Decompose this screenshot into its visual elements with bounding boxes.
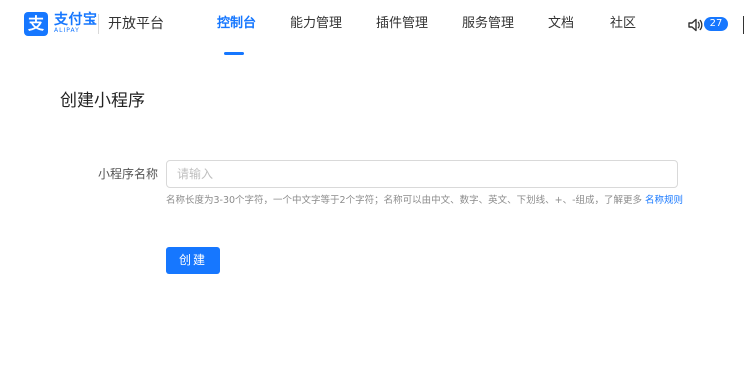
nav-item-plugin-management[interactable]: 插件管理 — [376, 13, 428, 35]
alipay-english-name: ALIPAY — [54, 27, 80, 34]
logo-divider — [98, 14, 99, 34]
notification-count-badge: 27 — [704, 17, 728, 31]
top-navigation-bar: 支 支付宝 ALIPAY 开放平台 控制台 能力管理 插件管理 服务管理 文档 … — [0, 0, 750, 55]
name-rules-text: 名称长度为3-30个字符，一个中文字等于2个字符；名称可以由中文、数字、英文、下… — [166, 195, 642, 206]
name-rules-link[interactable]: 名称规则 — [645, 195, 683, 206]
alipay-chinese-name: 支付宝 — [54, 12, 98, 28]
alipay-logo[interactable]: 支 支付宝 ALIPAY — [24, 12, 98, 36]
create-button[interactable]: 创建 — [166, 247, 220, 274]
name-rules-hint: 名称长度为3-30个字符，一个中文字等于2个字符；名称可以由中文、数字、英文、下… — [166, 193, 686, 208]
mini-program-name-input[interactable] — [166, 160, 678, 188]
nav-item-community[interactable]: 社区 — [610, 13, 636, 35]
nav-item-console[interactable]: 控制台 — [217, 13, 256, 35]
alipay-logo-icon: 支 — [24, 12, 48, 36]
menu-icon[interactable] — [743, 16, 750, 34]
mini-program-name-label: 小程序名称 — [98, 167, 159, 181]
speaker-icon[interactable] — [686, 16, 704, 34]
alipay-wordmark: 支付宝 ALIPAY — [54, 12, 98, 36]
page-title: 创建小程序 — [60, 91, 145, 111]
nav-item-service-management[interactable]: 服务管理 — [462, 13, 514, 35]
nav-item-capability-management[interactable]: 能力管理 — [290, 13, 342, 35]
nav-item-docs[interactable]: 文档 — [548, 13, 574, 35]
active-nav-indicator — [224, 52, 244, 55]
open-platform-title[interactable]: 开放平台 — [108, 13, 164, 35]
